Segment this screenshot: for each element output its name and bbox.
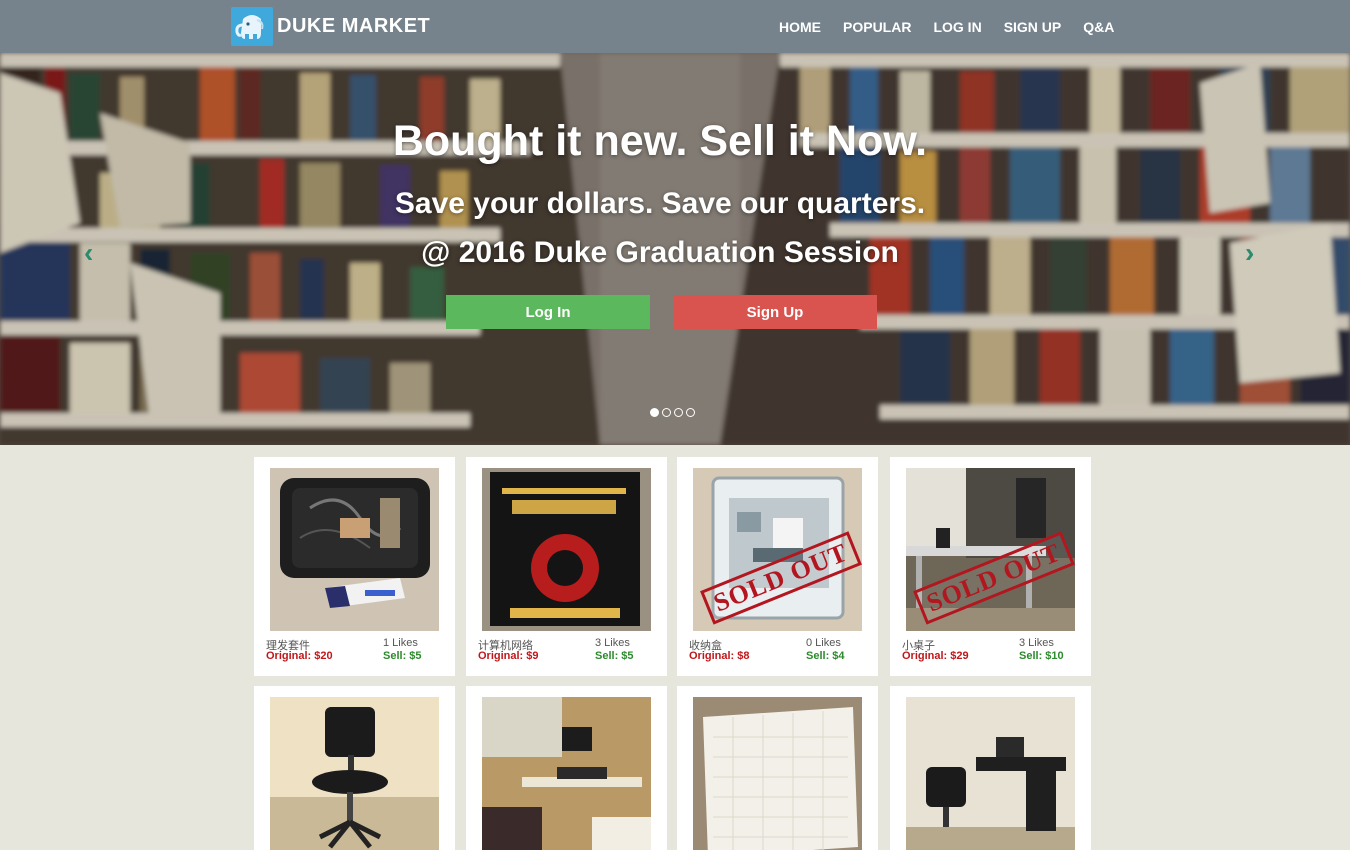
product-sell-price: Sell: $4 — [806, 650, 845, 662]
product-original-price: Original: $29 — [902, 650, 969, 662]
hero-subtitle: Save your dollars. Save our quarters. — [394, 187, 926, 220]
carousel-prev-icon[interactable]: ‹ — [84, 237, 93, 269]
product-card[interactable]: 计算机网络 3 Likes Original: $9 Sell: $5 — [466, 457, 667, 676]
product-card[interactable]: SOLD OUT 小桌子 3 Likes Original: $29 Sell:… — [890, 457, 1091, 676]
product-likes: 0 Likes — [806, 637, 841, 649]
product-photo — [693, 697, 862, 850]
product-card[interactable] — [677, 686, 878, 850]
product-photo — [270, 468, 439, 631]
product-sell-price: Sell: $5 — [595, 650, 634, 662]
carousel-next-icon[interactable]: › — [1245, 237, 1254, 269]
nav-links: HOME POPULAR LOG IN SIGN UP Q&A — [768, 0, 1125, 53]
hero-login-button[interactable]: Log In — [446, 295, 650, 329]
brand-link[interactable]: DUKE MARKET — [231, 6, 430, 46]
product-sell-price: Sell: $5 — [383, 650, 422, 662]
nav-login[interactable]: LOG IN — [933, 19, 981, 35]
hero-title: Bought it new. Sell it Now. — [392, 117, 928, 165]
carousel-dot-3[interactable] — [674, 408, 683, 417]
nav-signup[interactable]: SIGN UP — [1004, 19, 1062, 35]
product-original-price: Original: $20 — [266, 650, 333, 662]
product-photo — [482, 697, 651, 850]
product-original-price: Original: $9 — [478, 650, 539, 662]
product-likes: 1 Likes — [383, 637, 418, 649]
product-photo: SOLD OUT — [693, 468, 862, 631]
hero-carousel: Bought it new. Sell it Now. Save your do… — [0, 53, 1350, 445]
nav-home[interactable]: HOME — [779, 19, 821, 35]
carousel-indicators — [650, 408, 695, 417]
carousel-dot-2[interactable] — [662, 408, 671, 417]
product-original-price: Original: $8 — [689, 650, 750, 662]
product-likes: 3 Likes — [595, 637, 630, 649]
product-photo: SOLD OUT — [906, 468, 1075, 631]
nav-qa[interactable]: Q&A — [1083, 19, 1114, 35]
product-card[interactable] — [890, 686, 1091, 850]
elephant-icon — [231, 6, 273, 46]
navbar: DUKE MARKET HOME POPULAR LOG IN SIGN UP … — [0, 0, 1350, 53]
product-card[interactable] — [254, 686, 455, 850]
product-photo — [482, 468, 651, 631]
hero-signup-button[interactable]: Sign Up — [673, 295, 877, 329]
product-sell-price: Sell: $10 — [1019, 650, 1064, 662]
product-card[interactable] — [466, 686, 667, 850]
product-photo — [906, 697, 1075, 850]
product-card[interactable]: SOLD OUT 收纳盒 0 Likes Original: $8 Sell: … — [677, 457, 878, 676]
carousel-dot-1[interactable] — [650, 408, 659, 417]
carousel-dot-4[interactable] — [686, 408, 695, 417]
hero-event-line: @ 2016 Duke Graduation Session — [421, 236, 899, 269]
product-likes: 3 Likes — [1019, 637, 1054, 649]
product-photo — [270, 697, 439, 850]
product-card[interactable]: 理发套件 1 Likes Original: $20 Sell: $5 — [254, 457, 455, 676]
brand-name: DUKE MARKET — [277, 14, 431, 37]
nav-popular[interactable]: POPULAR — [843, 19, 911, 35]
